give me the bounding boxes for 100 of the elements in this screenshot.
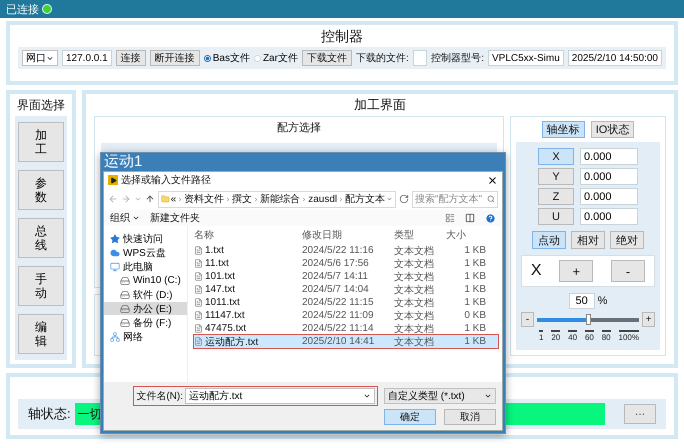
file-row[interactable]: 运动配方.txt 2025/2/10 14:41 文本文档 1 KB xyxy=(194,335,498,348)
path-overflow[interactable]: « xyxy=(170,194,176,204)
folder-icon xyxy=(161,194,170,204)
tab[interactable]: 轴坐标 xyxy=(542,121,585,138)
path-segment[interactable]: 资料文件 xyxy=(184,192,224,206)
column-header[interactable]: 修改日期 xyxy=(302,228,394,242)
disconnect-button[interactable]: 断开连接 xyxy=(150,50,200,66)
nav-button[interactable]: 加工 xyxy=(18,122,64,162)
tick-label: 80 xyxy=(602,330,611,342)
date-cell-text: 2024/5/7 14:04 xyxy=(302,284,370,295)
nav-item[interactable]: 此电脑 xyxy=(104,260,187,273)
axis-value-field[interactable]: 0.000 xyxy=(580,208,638,225)
help-icon[interactable] xyxy=(485,212,496,224)
axis-button[interactable]: U xyxy=(538,208,574,225)
file-type-radio[interactable]: Zar文件 xyxy=(254,51,298,65)
star-icon xyxy=(110,234,120,244)
tick-label: 1 xyxy=(539,330,544,342)
new-folder-button[interactable]: 新建文件夹 xyxy=(150,211,200,225)
mode-button[interactable]: 相对 xyxy=(571,231,605,249)
nav-item[interactable]: 软件 (D:) xyxy=(104,288,187,301)
file-name-cell: 147.txt xyxy=(194,284,302,295)
dialog-title: 选择或输入文件路径 xyxy=(121,174,211,187)
cancel-button[interactable]: 取消 xyxy=(444,409,496,425)
model-field: VPLC5xx-Simu xyxy=(488,50,564,66)
filename-field[interactable]: 运动配方.txt xyxy=(185,388,375,404)
tab[interactable]: IO状态 xyxy=(590,121,634,138)
file-icon xyxy=(194,298,203,307)
file-type-radio[interactable]: Bas文件 xyxy=(204,51,250,65)
axis-value-field[interactable]: 0.000 xyxy=(580,148,638,165)
size-cell-text: 1 KB xyxy=(463,271,486,282)
column-header[interactable]: 大小 xyxy=(446,228,486,242)
axis-value-field[interactable]: 0.000 xyxy=(580,168,638,185)
path-segment[interactable]: zausdl xyxy=(308,194,338,204)
chevron-icon[interactable] xyxy=(386,195,394,203)
type-cell-text: 文本文档 xyxy=(394,244,435,258)
axis-button[interactable]: Y xyxy=(538,168,574,185)
address-bar[interactable]: « 资料文件 撰文 新能综合 zausdl 配方文本 xyxy=(158,190,396,208)
speed-field[interactable]: 50 xyxy=(568,293,595,309)
file-row[interactable]: 101.txt 2024/5/7 14:11 文本文档 1 KB xyxy=(194,270,498,283)
path-segment[interactable]: 配方文本 xyxy=(345,192,386,206)
type-cell-text: 文本文档 xyxy=(394,296,435,310)
path-segment[interactable]: 新能综合 xyxy=(260,192,300,206)
axis-button[interactable]: Z xyxy=(538,188,574,205)
file-row[interactable]: 1011.txt 2024/5/22 11:15 文本文档 1 KB xyxy=(194,296,498,309)
nav-button[interactable]: 编辑 xyxy=(18,314,64,354)
column-header[interactable]: 名称 xyxy=(194,228,302,242)
mode-button[interactable]: 绝对 xyxy=(610,231,644,249)
connect-button[interactable]: 连接 xyxy=(116,50,146,66)
axis-status-label: 轴状态: xyxy=(28,405,71,423)
speed-minus-button[interactable]: - xyxy=(521,312,534,327)
slider-thumb[interactable] xyxy=(586,314,591,324)
tick-label: 60 xyxy=(584,330,594,342)
model-label: 控制器型号: xyxy=(431,52,484,65)
file-name-cell: 1.txt xyxy=(194,245,302,256)
speed-plus-button[interactable]: + xyxy=(642,312,655,327)
downloaded-file-label: 下载的文件: xyxy=(356,52,409,65)
close-icon[interactable] xyxy=(487,174,498,186)
nav-button[interactable]: 总线 xyxy=(18,218,64,258)
jog-plus-button[interactable]: + xyxy=(559,260,594,282)
drive-icon xyxy=(120,304,130,314)
ok-button[interactable]: 确定 xyxy=(384,409,436,425)
nav-item[interactable]: 备份 (F:) xyxy=(104,316,187,329)
date-cell-text: 2024/5/22 11:16 xyxy=(302,245,375,256)
pane-icon[interactable] xyxy=(465,213,475,223)
ip-field[interactable]: 127.0.0.1 xyxy=(62,50,112,66)
monitor-icon xyxy=(110,262,120,272)
port-select[interactable]: 网口 xyxy=(22,50,58,66)
more-button[interactable]: ··· xyxy=(624,404,656,424)
jog-minus-button[interactable]: - xyxy=(611,260,646,282)
axis-button[interactable]: X xyxy=(538,148,574,165)
file-row[interactable]: 147.txt 2024/5/7 14:04 文本文档 1 KB xyxy=(194,283,498,296)
nav-button[interactable]: 手动 xyxy=(18,266,64,306)
path-segment[interactable]: 撰文 xyxy=(232,192,252,206)
mode-button[interactable]: 点动 xyxy=(532,231,566,249)
date-cell-text: 2024/5/7 14:11 xyxy=(302,271,369,282)
up-icon[interactable] xyxy=(145,194,155,204)
refresh-icon[interactable] xyxy=(399,194,409,204)
nav-item[interactable]: 办公 (E:) xyxy=(104,302,187,315)
file-row[interactable]: 11.txt 2024/5/6 17:56 文本文档 1 KB xyxy=(194,257,498,270)
organize-menu[interactable]: 组织 xyxy=(110,211,140,225)
file-row[interactable]: 11147.txt 2024/5/22 11:09 文本文档 0 KB xyxy=(194,309,498,322)
nav-item[interactable]: 网络 xyxy=(104,330,187,343)
column-header[interactable]: 类型 xyxy=(394,228,446,242)
axis-value-field[interactable]: 0.000 xyxy=(580,188,638,205)
file-type-select[interactable]: 自定义类型 (*.txt) xyxy=(384,388,496,404)
connection-status: 已连接 xyxy=(6,2,39,16)
chevron-icon xyxy=(338,196,344,202)
type-cell-text: 文本文档 xyxy=(394,336,435,348)
file-row[interactable]: 47475.txt 2024/5/22 11:14 文本文档 1 KB xyxy=(194,322,498,335)
nav-item[interactable]: WPS云盘 xyxy=(104,246,187,259)
nav-button[interactable]: 参数 xyxy=(18,170,64,210)
type-cell-text: 文本文档 xyxy=(394,270,435,284)
nav-item[interactable]: Win10 (C:) xyxy=(104,274,187,287)
file-row[interactable]: 1.txt 2024/5/22 11:16 文本文档 1 KB xyxy=(194,244,498,257)
search-field[interactable]: 搜索"配方文本" xyxy=(412,190,498,208)
drive-icon xyxy=(120,290,130,300)
view-icon[interactable] xyxy=(445,213,455,223)
file-icon xyxy=(194,337,203,346)
nav-item[interactable]: 快速访问 xyxy=(104,232,187,245)
download-button[interactable]: 下载文件 xyxy=(302,50,352,66)
